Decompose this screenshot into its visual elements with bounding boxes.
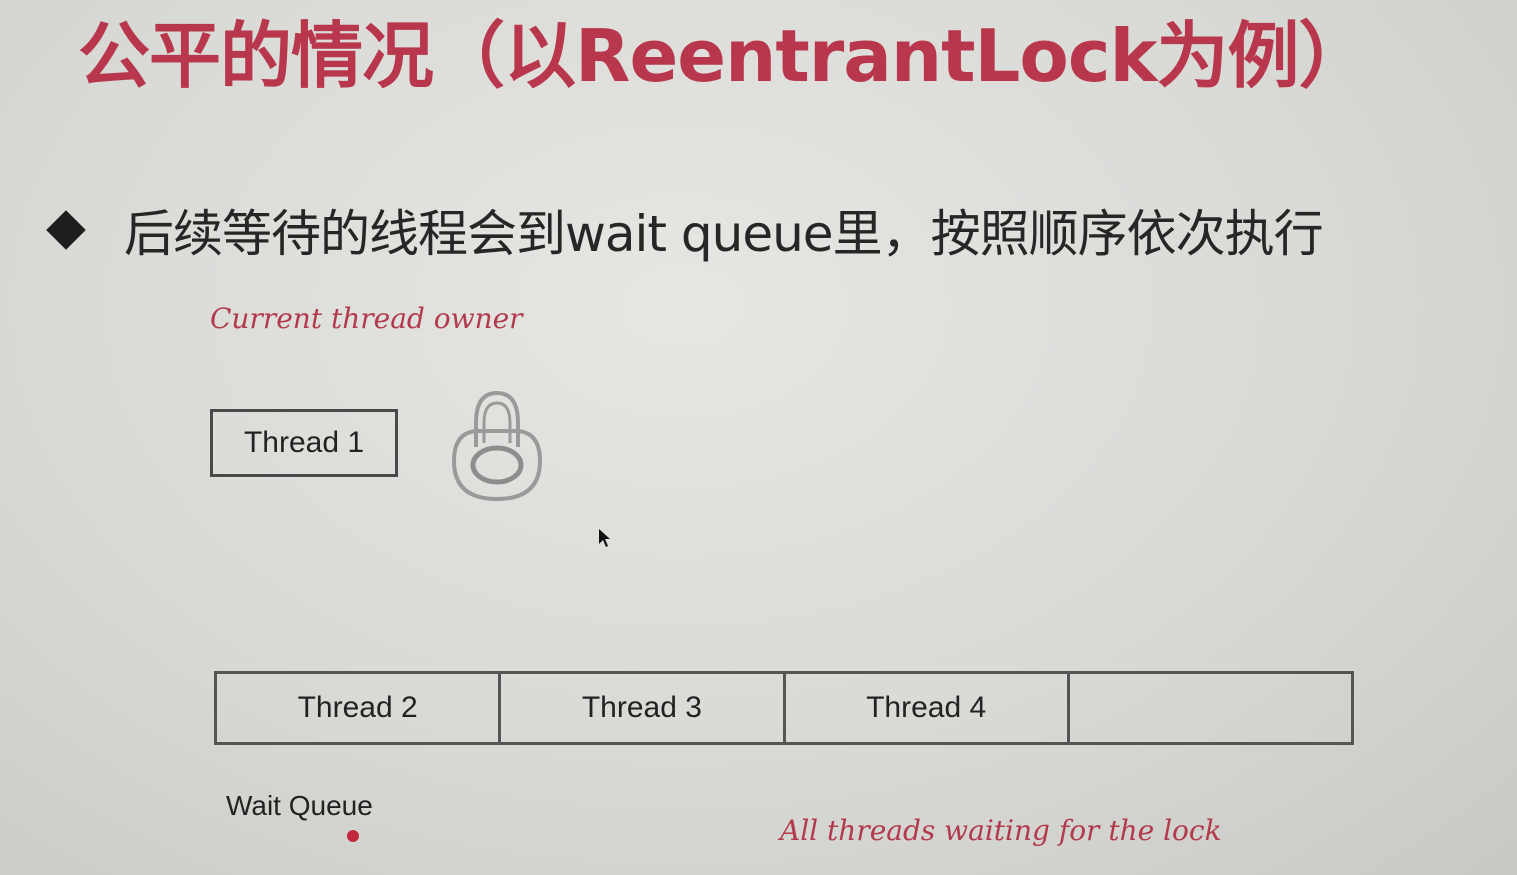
slide-title: 公平的情况（以ReentrantLock为例） bbox=[78, 14, 1370, 98]
waiting-threads-label: All threads waiting for the lock bbox=[780, 814, 1222, 847]
queue-slot-4 bbox=[1070, 674, 1351, 742]
wait-queue: Thread 2 Thread 3 Thread 4 bbox=[214, 671, 1354, 745]
bullet-point: 后续等待的线程会到wait queue里，按照顺序依次执行 bbox=[44, 190, 1324, 270]
bullet-text: 后续等待的线程会到wait queue里，按照顺序依次执行 bbox=[124, 205, 1324, 263]
owner-thread-box: Thread 1 bbox=[210, 409, 398, 477]
queue-slot-1: Thread 2 bbox=[217, 674, 502, 742]
wait-queue-label: Wait Queue bbox=[226, 790, 373, 821]
lock-icon bbox=[451, 390, 543, 502]
cursor-icon bbox=[599, 529, 610, 547]
laser-pointer-dot bbox=[347, 830, 359, 842]
slide: 公平的情况（以ReentrantLock为例） 后续等待的线程会到wait qu… bbox=[0, 0, 1517, 875]
diamond-bullet-icon bbox=[46, 210, 86, 250]
queue-slot-3: Thread 4 bbox=[786, 674, 1070, 742]
owner-thread-label: Thread 1 bbox=[243, 426, 365, 459]
current-owner-label: Current thread owner bbox=[210, 302, 523, 335]
queue-slot-2: Thread 3 bbox=[501, 674, 786, 742]
